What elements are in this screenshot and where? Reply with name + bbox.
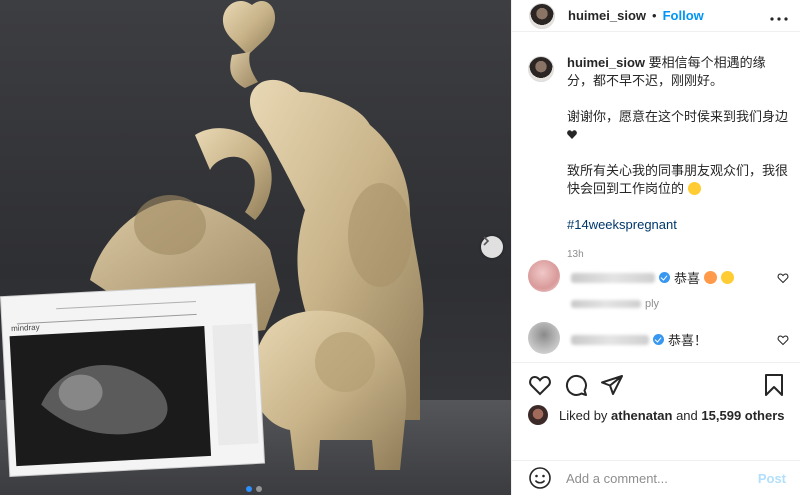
ultrasound-brand: mindray [11,323,40,333]
comment-item: 恭喜！ [528,322,793,354]
carousel-indicator [246,486,262,492]
comment-item: 恭喜 ply [528,260,793,310]
caption-line-2: 谢谢你，愿意在这个时侯来到我们身边 [567,109,789,124]
likes-count[interactable]: 15,599 others [701,408,784,423]
commenter-username-blurred[interactable] [571,334,649,345]
author-avatar[interactable] [529,2,555,29]
kiss-emoji-icon [721,271,735,284]
caption-body: huimei_siow 要相信每个相遇的缘分，都不早不迟，刚刚好。 谢谢你，愿意… [567,54,790,264]
caption-username[interactable]: huimei_siow [567,55,645,70]
hashtag-link[interactable]: #14weekspregnant [567,217,677,232]
likes-prefix: Liked by [559,407,608,423]
commenter-avatar[interactable] [528,322,560,354]
heart-figurine [222,0,276,55]
share-icon[interactable] [600,373,624,397]
grinning-emoji-icon [687,182,701,195]
bookmark-icon[interactable] [762,373,786,397]
ultrasound-card: mindray [0,282,266,477]
header-separator: • [652,8,657,23]
verified-icon [653,334,664,345]
comment-text: 恭喜 [674,271,701,286]
smiley-icon[interactable] [528,466,552,490]
post-caption: huimei_siow 要相信每个相遇的缘分，都不早不迟，刚刚好。 谢谢你，愿意… [528,54,790,264]
heart-eyes-emoji-icon [704,271,718,284]
more-options-icon[interactable] [770,8,788,24]
add-comment-bar: Post [512,460,800,495]
post-side-panel: huimei_siow • Follow huimei_siow 要相信每个相遇… [511,0,800,495]
heart-icon[interactable] [528,373,552,397]
caption-line-3: 致所有关心我的同事朋友观众们，我很快会回到工作岗位的 [567,163,789,196]
liker-username[interactable]: athenatan [611,408,672,423]
verified-icon [659,272,670,283]
commenter-avatar[interactable] [528,260,560,292]
next-arrow-icon [483,236,490,246]
comment-like-heart-icon[interactable] [777,272,789,284]
post-comment-button[interactable]: Post [758,471,786,486]
liker-avatar[interactable] [528,405,548,425]
comments-section: huimei_siow 要相信每个相遇的缘分，都不早不迟，刚刚好。 谢谢你，愿意… [528,54,790,354]
comment-meta-blurred [571,300,641,308]
carousel-dot [256,486,262,492]
likes-summary: Liked by athenatan and 15,599 others [528,405,785,425]
post-actions-bar [512,362,800,402]
commenter-username-blurred[interactable] [571,272,655,283]
comment-icon[interactable] [564,373,588,397]
post-header: huimei_siow • Follow [512,0,800,32]
next-image-button[interactable] [481,236,503,258]
comment-text: 恭喜！ [668,333,708,348]
author-username[interactable]: huimei_siow [568,8,646,23]
photo-illustration: mindray [0,0,511,495]
reply-button[interactable]: ply [645,298,659,310]
comment-input[interactable] [566,470,758,486]
post-photo[interactable]: mindray [0,0,511,495]
caption-avatar[interactable] [528,56,554,82]
comment-like-heart-icon[interactable] [777,334,789,346]
follow-button[interactable]: Follow [663,8,704,23]
likes-and: and [676,407,698,423]
black-heart-icon [567,130,577,139]
carousel-dot-active [246,486,252,492]
